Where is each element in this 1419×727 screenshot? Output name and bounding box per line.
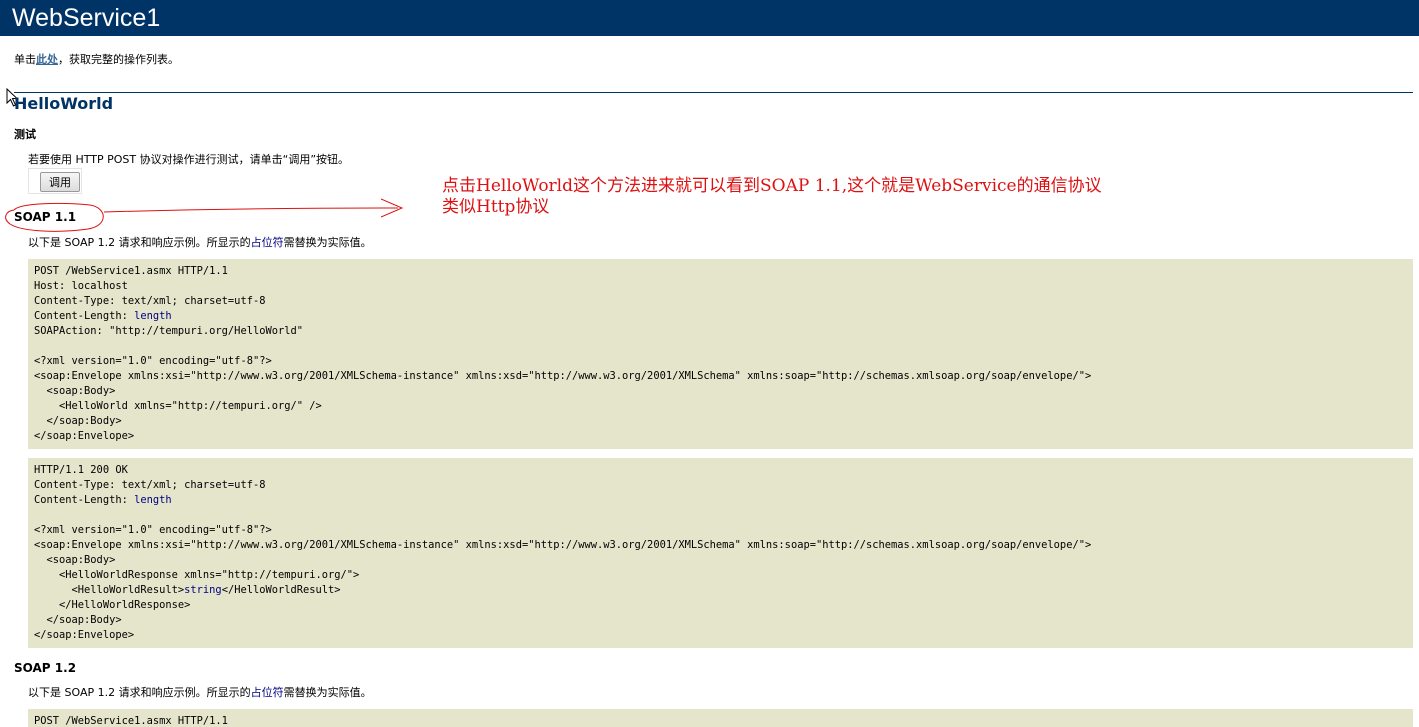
annotation-line-1: 点击HelloWorld这个方法进来就可以看到SOAP 1.1,这个就是WebS… xyxy=(442,176,1102,196)
soap11-desc-suffix: 需替换为实际值。 xyxy=(283,236,372,249)
page-header: WebService1 xyxy=(0,0,1419,36)
code-placeholder: length xyxy=(134,310,172,322)
code-line: Content-Length: length xyxy=(34,493,1407,508)
soap11-desc-prefix: 以下是 SOAP 1.2 请求和响应示例。所显示的 xyxy=(28,236,251,249)
invoke-button[interactable]: 调用 xyxy=(40,172,80,192)
soap11-description: 以下是 SOAP 1.2 请求和响应示例。所显示的占位符需替换为实际值。 xyxy=(28,236,372,250)
code-line: </soap:Body> xyxy=(34,614,122,626)
code-text: </HelloWorldResult> xyxy=(221,584,341,596)
section-divider xyxy=(14,92,1413,93)
code-line: HTTP/1.1 200 OK xyxy=(34,464,128,476)
operation-list-link[interactable]: 此处 xyxy=(36,53,58,66)
code-line: <HelloWorldResult>string</HelloWorldResu… xyxy=(34,583,1407,598)
soap12-heading: SOAP 1.2 xyxy=(14,661,77,675)
code-line: Content-Type: text/xml; charset=utf-8 xyxy=(34,479,266,491)
test-heading: 测试 xyxy=(14,128,36,141)
code-line: POST /WebService1.asmx HTTP/1.1 xyxy=(34,715,228,727)
code-line: </soap:Envelope> xyxy=(34,629,135,641)
annotation-arrow-shaft xyxy=(103,207,399,213)
annotation-line-2: 类似Http协议 xyxy=(442,197,550,217)
soap12-description: 以下是 SOAP 1.2 请求和响应示例。所显示的占位符需替换为实际值。 xyxy=(28,686,372,700)
test-description: 若要使用 HTTP POST 协议对操作进行测试，请单击“调用”按钮。 xyxy=(28,153,350,166)
page-title: WebService1 xyxy=(12,4,161,32)
code-text: Content-Length: xyxy=(34,494,135,506)
soap12-request-block: POST /WebService1.asmx HTTP/1.1 xyxy=(28,709,1413,727)
code-placeholder: length xyxy=(134,494,172,506)
code-line: <HelloWorld xmlns="http://tempuri.org/" … xyxy=(34,400,322,412)
soap11-heading: SOAP 1.1 xyxy=(14,210,77,224)
soap12-desc-prefix: 以下是 SOAP 1.2 请求和响应示例。所显示的 xyxy=(28,686,251,699)
code-placeholder: string xyxy=(184,584,222,596)
operation-title: HelloWorld xyxy=(14,94,114,113)
code-line: </HelloWorldResponse> xyxy=(34,599,191,611)
code-line: POST /WebService1.asmx HTTP/1.1 xyxy=(34,265,228,277)
soap11-response-block: HTTP/1.1 200 OK Content-Type: text/xml; … xyxy=(28,458,1413,648)
code-line: SOAPAction: "http://tempuri.org/HelloWor… xyxy=(34,325,303,337)
soap12-placeholder-word: 占位符 xyxy=(250,686,284,699)
code-line: <?xml version="1.0" encoding="utf-8"?> xyxy=(34,355,272,367)
soap11-request-block: POST /WebService1.asmx HTTP/1.1 Host: lo… xyxy=(28,259,1413,449)
code-line: <?xml version="1.0" encoding="utf-8"?> xyxy=(34,524,272,536)
code-text: Content-Length: xyxy=(34,310,135,322)
code-line: </soap:Envelope> xyxy=(34,430,135,442)
soap12-desc-suffix: 需替换为实际值。 xyxy=(283,686,372,699)
code-line: Host: localhost xyxy=(34,280,128,292)
soap11-placeholder-word: 占位符 xyxy=(250,236,284,249)
code-line: <soap:Body> xyxy=(34,385,116,397)
code-line: <soap:Envelope xmlns:xsi="http://www.w3.… xyxy=(34,370,1092,382)
code-line: <HelloWorldResponse xmlns="http://tempur… xyxy=(34,569,360,581)
intro-prefix: 单击 xyxy=(14,53,36,66)
code-line: Content-Type: text/xml; charset=utf-8 xyxy=(34,295,266,307)
intro-text: 单击此处，获取完整的操作列表。 xyxy=(14,53,179,67)
intro-suffix: ，获取完整的操作列表。 xyxy=(58,53,179,66)
code-text: <HelloWorldResult> xyxy=(34,584,185,596)
code-line: <soap:Body> xyxy=(34,554,116,566)
code-line: Content-Length: length xyxy=(34,309,1407,324)
code-line: <soap:Envelope xmlns:xsi="http://www.w3.… xyxy=(34,539,1092,551)
code-line: </soap:Body> xyxy=(34,415,122,427)
